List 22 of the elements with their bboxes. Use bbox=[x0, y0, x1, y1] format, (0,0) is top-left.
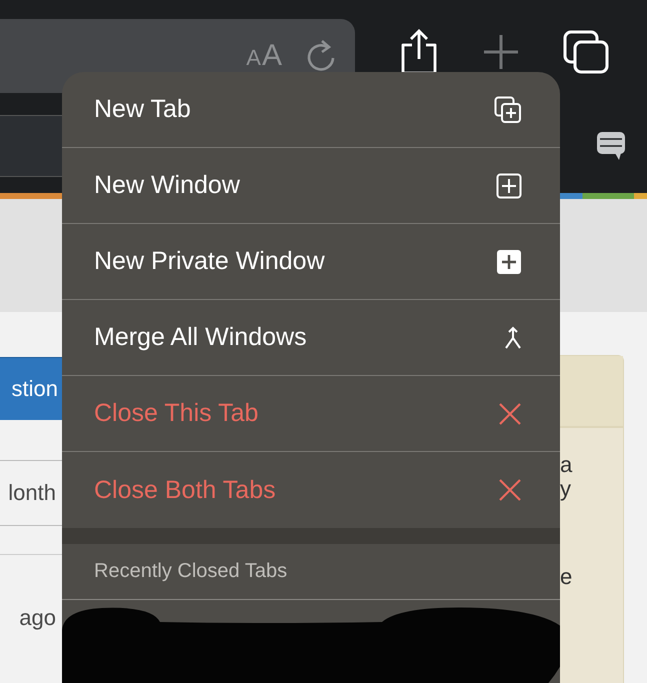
menu-item[interactable]: New Private Window bbox=[62, 224, 560, 300]
section-header: Recently Closed Tabs bbox=[62, 544, 560, 600]
text-fragment: y bbox=[560, 476, 571, 502]
menu-item[interactable]: Close Both Tabs bbox=[62, 452, 560, 528]
plus-square-icon bbox=[496, 172, 522, 198]
plus-square-icon bbox=[496, 248, 522, 274]
comments-icon[interactable] bbox=[597, 132, 625, 160]
plus-icon[interactable] bbox=[483, 34, 519, 70]
menu-item[interactable]: New Window bbox=[62, 148, 560, 224]
share-icon[interactable] bbox=[399, 29, 439, 75]
menu-item[interactable]: New Tab bbox=[62, 72, 560, 148]
text-fragment: e bbox=[560, 564, 572, 590]
merge-icon bbox=[504, 326, 522, 350]
text-fragment: a bbox=[560, 452, 572, 478]
menu-item[interactable]: Merge All Windows bbox=[62, 300, 560, 376]
close-icon bbox=[498, 478, 522, 502]
action-button[interactable]: stion bbox=[0, 357, 62, 420]
menu-item[interactable]: Close This Tab bbox=[62, 376, 560, 452]
close-icon bbox=[498, 402, 522, 426]
new-tab-icon bbox=[494, 96, 522, 124]
tabs-icon[interactable] bbox=[563, 30, 609, 74]
text-size-button[interactable]: AA bbox=[246, 39, 283, 73]
